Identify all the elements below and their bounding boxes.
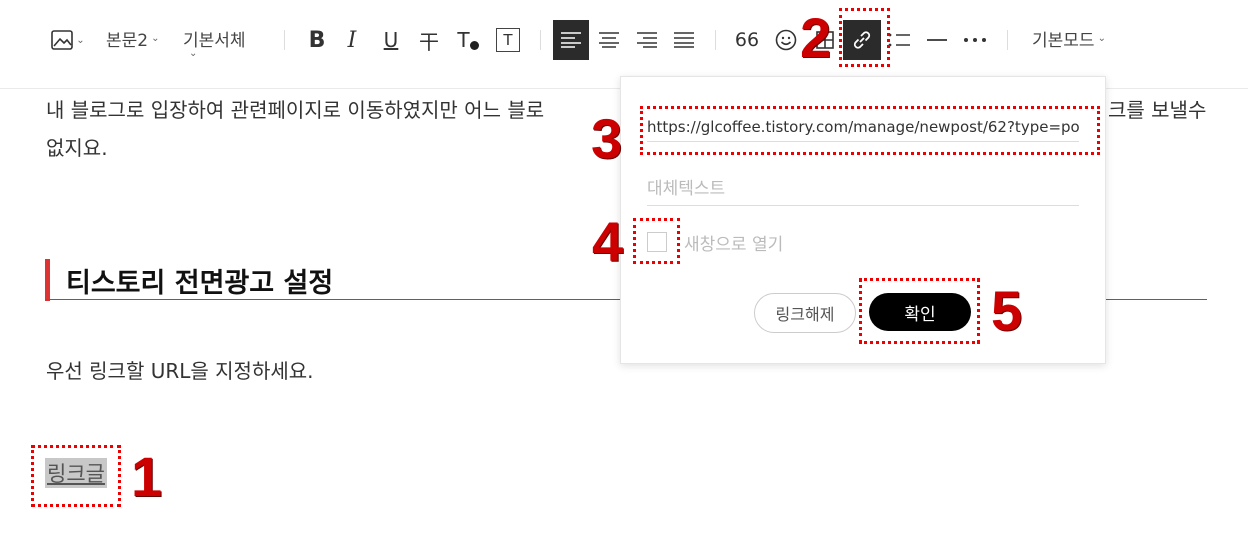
annotation-number-2: 2 — [800, 6, 832, 69]
toolbar-divider — [284, 30, 285, 50]
text-color-button[interactable]: T — [455, 28, 481, 52]
align-right-button[interactable] — [636, 30, 658, 50]
align-left-button[interactable] — [553, 20, 589, 60]
annotation-box-5 — [859, 278, 980, 344]
align-justify-button[interactable] — [673, 30, 695, 50]
toolbar-divider — [1007, 30, 1008, 50]
annotation-box-1 — [31, 445, 121, 507]
list-icon — [888, 33, 910, 47]
paragraph-line: 우선 링크할 URL을 지정하세요. — [46, 359, 314, 383]
bold-button[interactable]: B — [305, 27, 329, 53]
smiley-icon — [775, 29, 797, 51]
annotation-box-4 — [633, 218, 680, 264]
toolbar-divider — [540, 30, 541, 50]
text-style-label: 본문2 — [106, 30, 149, 51]
new-window-label: 새창으로 열기 — [684, 235, 784, 255]
annotation-box-3 — [640, 106, 1100, 155]
color-dot-icon — [469, 40, 479, 50]
underline-label: U — [383, 28, 399, 52]
chevron-down-icon: ⌄ — [151, 32, 160, 44]
underline-button[interactable]: U — [380, 28, 402, 52]
annotation-box-2 — [839, 8, 890, 67]
insert-image-button[interactable]: ⌄ — [50, 28, 86, 52]
paragraph-line-tail: 크를 보낼수 — [1108, 98, 1207, 122]
text-background-button[interactable]: T — [496, 28, 520, 52]
align-center-icon — [599, 32, 619, 48]
editor-mode-select[interactable]: 기본모드 ⌄ — [1032, 26, 1106, 51]
bold-label: B — [308, 27, 326, 53]
font-family-label: 기본서체 — [183, 30, 246, 51]
font-family-select[interactable]: 기본서체 — [183, 26, 246, 51]
quote-button[interactable]: 66 — [734, 28, 760, 52]
unlink-button[interactable]: 링크해제 — [754, 293, 856, 333]
section-heading: 티스토리 전면광고 설정 — [66, 268, 334, 299]
paragraph-line: 없지요. — [46, 136, 108, 160]
chevron-down-icon: ⌄ — [189, 48, 198, 59]
annotation-number-3: 3 — [591, 107, 623, 170]
align-right-icon — [637, 32, 657, 48]
strikethrough-button[interactable]: 干 — [418, 28, 440, 54]
chevron-down-icon: ⌄ — [76, 34, 85, 46]
align-center-button[interactable] — [598, 30, 620, 50]
italic-button[interactable]: I — [342, 27, 362, 53]
align-left-icon — [561, 32, 581, 48]
emoticon-button[interactable] — [774, 28, 798, 52]
text-color-label: T — [457, 28, 470, 52]
more-options-button[interactable] — [962, 30, 988, 50]
italic-label: I — [347, 27, 357, 53]
align-justify-icon — [674, 32, 694, 48]
text-style-select[interactable]: 본문2 ⌄ — [106, 26, 160, 51]
more-dots-icon — [964, 38, 986, 42]
annotation-number-4: 4 — [592, 210, 624, 273]
alt-text-input[interactable] — [647, 173, 1079, 206]
horizontal-line-icon — [927, 39, 947, 41]
paragraph-line: 내 블로그로 입장하여 관련페이지로 이동하였지만 어느 블로 — [46, 98, 545, 122]
toolbar-divider — [715, 30, 716, 50]
quote-label: 66 — [734, 29, 760, 51]
horizontal-rule-button[interactable] — [926, 30, 948, 50]
chevron-down-icon: ⌄ — [1097, 32, 1106, 44]
annotation-number-5: 5 — [991, 279, 1023, 342]
text-bg-label: T — [503, 31, 513, 49]
list-button[interactable] — [888, 30, 910, 50]
image-icon — [51, 30, 74, 50]
heading-accent-bar — [45, 259, 50, 301]
editor-mode-label: 기본모드 — [1032, 30, 1095, 51]
annotation-number-1: 1 — [131, 445, 163, 508]
strike-label: 干 — [419, 29, 439, 54]
